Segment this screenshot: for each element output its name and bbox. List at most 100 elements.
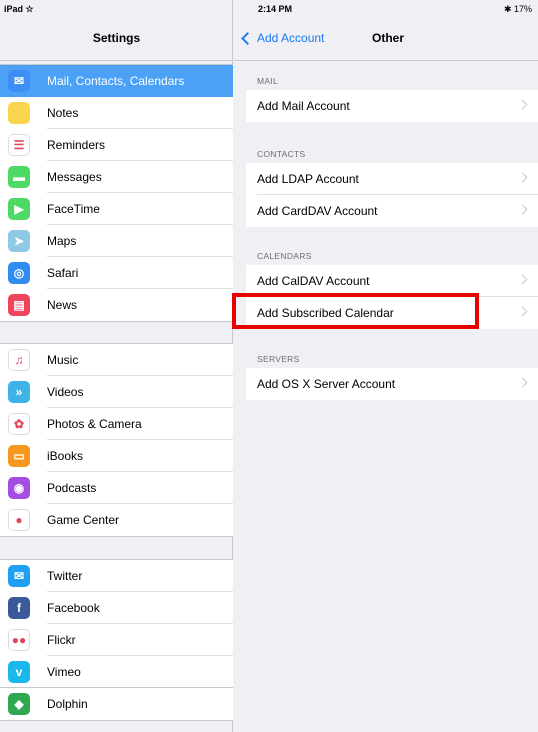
sidebar-item-notes[interactable]: Notes — [0, 97, 233, 129]
facebook-icon: f — [8, 597, 30, 619]
sidebar-nav-bar: Settings — [0, 20, 233, 61]
ibooks-icon: ▭ — [8, 445, 30, 467]
flickr-icon: ●● — [8, 629, 30, 651]
dolphin-icon: ◆ — [8, 693, 30, 715]
mail-icon: ✉ — [8, 70, 30, 92]
account-option[interactable]: Add Subscribed Calendar — [246, 297, 538, 329]
sidebar-item-label: Notes — [47, 106, 79, 120]
sidebar-item-facetime[interactable]: ▶ FaceTime — [0, 193, 233, 225]
account-group: Add Mail Account — [246, 90, 538, 122]
sidebar-item-label: Safari — [47, 266, 79, 280]
section-header: SERVERS — [257, 354, 300, 364]
facetime-icon: ▶ — [8, 198, 30, 220]
back-button-label: Add Account — [257, 31, 325, 45]
safari-icon: ◎ — [8, 262, 30, 284]
messages-icon: ▬ — [8, 166, 30, 188]
settings-sidebar: Settings ✉ Mail, Contacts, Calendars Notes… — [0, 0, 233, 732]
reminders-icon: ☰ — [8, 134, 30, 156]
chevron-right-icon — [517, 99, 528, 110]
sidebar-item-flickr[interactable]: ●● Flickr — [0, 624, 233, 656]
sidebar-item-news[interactable]: ▤ News — [0, 289, 233, 321]
notes-icon — [8, 102, 30, 124]
sidebar-item-label: Music — [47, 353, 79, 367]
sidebar-item-dolphin[interactable]: ◆ Dolphin — [0, 688, 233, 720]
account-option-label: Add LDAP Account — [257, 172, 359, 186]
account-option-label: Add OS X Server Account — [257, 377, 396, 391]
twitter-icon: ✉ — [8, 565, 30, 587]
account-option-label: Add Subscribed Calendar — [257, 306, 394, 320]
sidebar-item-messages[interactable]: ▬ Messages — [0, 161, 233, 193]
sidebar-item-facebook[interactable]: f Facebook — [0, 592, 233, 624]
sidebar-item-label: News — [47, 298, 78, 312]
account-option-label: Add CalDAV Account — [257, 274, 370, 288]
chevron-right-icon — [517, 377, 528, 388]
sidebar-item-label: Vimeo — [47, 665, 81, 679]
sidebar-item-label: Facebook — [47, 601, 100, 615]
music-icon: ♫ — [8, 349, 30, 371]
sidebar-item-game-center[interactable]: ● Game Center — [0, 504, 233, 536]
section-header: CALENDARS — [257, 251, 312, 261]
settings-group: ✉ Twitter f Facebook ●● Flickr v Vimeo — [0, 559, 233, 689]
maps-icon: ➤ — [8, 230, 30, 252]
sidebar-item-label: Reminders — [47, 138, 106, 152]
sidebar-item-label: Mail, Contacts, Calendars — [47, 74, 185, 88]
account-option-label: Add CardDAV Account — [257, 204, 378, 218]
photos-icon: ✿ — [8, 413, 30, 435]
account-option[interactable]: Add CalDAV Account — [246, 265, 538, 297]
sidebar-item-label: Twitter — [47, 569, 83, 583]
detail-pane: Add Account Other MAIL Add Mail Account CO… — [234, 0, 538, 732]
sidebar-item-music[interactable]: ♫ Music — [0, 344, 233, 376]
sidebar-item-videos[interactable]: » Videos — [0, 376, 233, 408]
sidebar-title: Settings — [92, 31, 141, 45]
chevron-right-icon — [517, 172, 528, 183]
vimeo-icon: v — [8, 661, 30, 683]
back-button[interactable]: Add Account — [240, 31, 324, 45]
detail-nav-bar: Add Account Other — [234, 20, 538, 61]
section-header: CONTACTS — [257, 149, 306, 159]
page-title: Other — [372, 31, 405, 45]
account-group: Add CalDAV Account Add Subscribed Calenda… — [246, 265, 538, 329]
device-name: iPad ☆ — [4, 4, 34, 14]
sidebar-item-label: Game Center — [47, 513, 120, 527]
account-option-label: Add Mail Account — [257, 99, 350, 113]
sidebar-item-label: Podcasts — [47, 481, 97, 495]
sidebar-item-label: FaceTime — [47, 202, 100, 216]
account-option[interactable]: Add LDAP Account — [246, 163, 538, 195]
account-option[interactable]: Add OS X Server Account — [246, 368, 538, 400]
podcasts-icon: ◉ — [8, 477, 30, 499]
battery-indicator: ✱ 17% — [503, 4, 532, 14]
sidebar-item-vimeo[interactable]: v Vimeo — [0, 656, 233, 688]
sidebar-item-label: Videos — [47, 385, 84, 399]
settings-group: ✉ Mail, Contacts, Calendars Notes ☰ Reminder… — [0, 64, 233, 322]
status-time: 2:14 PM — [258, 4, 293, 14]
videos-icon: » — [8, 381, 30, 403]
sidebar-item-mail[interactable]: ✉ Mail, Contacts, Calendars — [0, 65, 233, 97]
chevron-left-icon — [241, 31, 254, 45]
settings-group: ♫ Music » Videos ✿ Photos & Camera ▭ iBooks ◉ Pod… — [0, 343, 233, 537]
sidebar-item-label: iBooks — [47, 449, 84, 463]
sidebar-item-label: Photos & Camera — [47, 417, 142, 431]
account-option[interactable]: Add CardDAV Account — [246, 195, 538, 227]
sidebar-item-label: Flickr — [47, 633, 76, 647]
account-option[interactable]: Add Mail Account — [246, 90, 538, 122]
sidebar-item-maps[interactable]: ➤ Maps — [0, 225, 233, 257]
sidebar-item-label: Dolphin — [47, 697, 88, 711]
sidebar-item-label: Maps — [47, 234, 77, 248]
sidebar-item-twitter[interactable]: ✉ Twitter — [0, 560, 233, 592]
sidebar-item-label: Messages — [47, 170, 102, 184]
sidebar-item-reminders[interactable]: ☰ Reminders — [0, 129, 233, 161]
sidebar-item-ibooks[interactable]: ▭ iBooks — [0, 440, 233, 472]
settings-group: ◆ Dolphin — [0, 687, 233, 721]
news-icon: ▤ — [8, 294, 30, 316]
account-group: Add OS X Server Account — [246, 368, 538, 400]
account-group: Add LDAP Account Add CardDAV Account — [246, 163, 538, 227]
section-header: MAIL — [257, 76, 279, 86]
status-bar: iPad ☆ 2:14 PM ✱ 17% — [0, 0, 538, 20]
game-center-icon: ● — [8, 509, 30, 531]
chevron-right-icon — [517, 204, 528, 215]
sidebar-item-podcasts[interactable]: ◉ Podcasts — [0, 472, 233, 504]
chevron-right-icon — [517, 274, 528, 285]
sidebar-item-photos[interactable]: ✿ Photos & Camera — [0, 408, 233, 440]
chevron-right-icon — [517, 306, 528, 317]
sidebar-item-safari[interactable]: ◎ Safari — [0, 257, 233, 289]
